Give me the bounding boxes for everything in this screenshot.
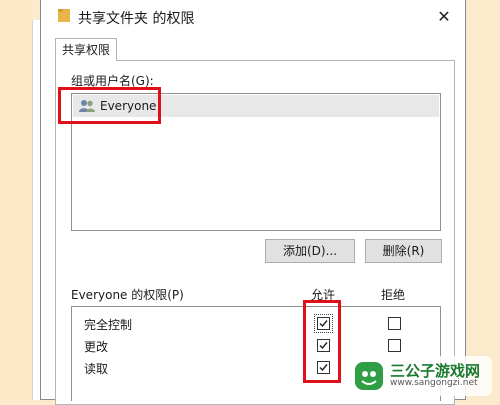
table-row: 完全控制 — [72, 313, 440, 335]
deny-checkbox-change[interactable] — [388, 339, 401, 352]
checkmark-icon — [319, 364, 328, 372]
checkmark-icon — [319, 342, 328, 350]
checkmark-icon — [319, 320, 328, 328]
dialog-title: 共享文件夹 的权限 — [78, 11, 195, 27]
add-button[interactable]: 添加(D)... — [265, 239, 355, 263]
permissions-label: Everyone 的权限(P) — [71, 288, 184, 302]
deny-checkbox-full-control[interactable] — [388, 317, 401, 330]
remove-button[interactable]: 删除(R) — [365, 239, 442, 263]
allow-checkbox-change[interactable] — [317, 339, 330, 352]
allow-column-header: 允许 — [311, 288, 336, 302]
list-item-label: Everyone — [100, 99, 157, 113]
close-icon: ✕ — [437, 6, 451, 26]
permission-name: 更改 — [84, 340, 109, 354]
background-frame — [0, 0, 32, 400]
allow-checkbox-read[interactable] — [317, 361, 330, 374]
watermark: 三公子游戏网 www.sangongzi.net — [352, 356, 492, 396]
watermark-url: www.sangongzi.net — [390, 378, 478, 389]
folder-icon — [58, 9, 70, 22]
permission-name: 读取 — [84, 362, 109, 376]
users-icon — [79, 100, 95, 112]
tab-share-permissions[interactable]: 共享权限 — [55, 38, 118, 61]
permissions-dialog: 共享文件夹 的权限 ✕ 共享权限 组或用户名(G): Everyone 添加(D… — [40, 0, 466, 405]
watermark-title: 三公子游戏网 — [390, 361, 481, 380]
close-button[interactable]: ✕ — [431, 4, 457, 28]
title-bar: 共享文件夹 的权限 ✕ — [41, 0, 465, 32]
allow-checkbox-full-control[interactable] — [317, 317, 330, 330]
game-logo-icon — [355, 362, 383, 390]
list-item-everyone[interactable]: Everyone — [73, 95, 439, 117]
deny-column-header: 拒绝 — [381, 288, 406, 302]
tab-panel: 组或用户名(G): Everyone 添加(D)... 删除(R) Everyo… — [55, 60, 455, 405]
groups-label: 组或用户名(G): — [71, 74, 154, 88]
table-row: 更改 — [72, 335, 440, 357]
permission-name: 完全控制 — [84, 318, 133, 332]
groups-listbox[interactable]: Everyone — [71, 93, 441, 231]
